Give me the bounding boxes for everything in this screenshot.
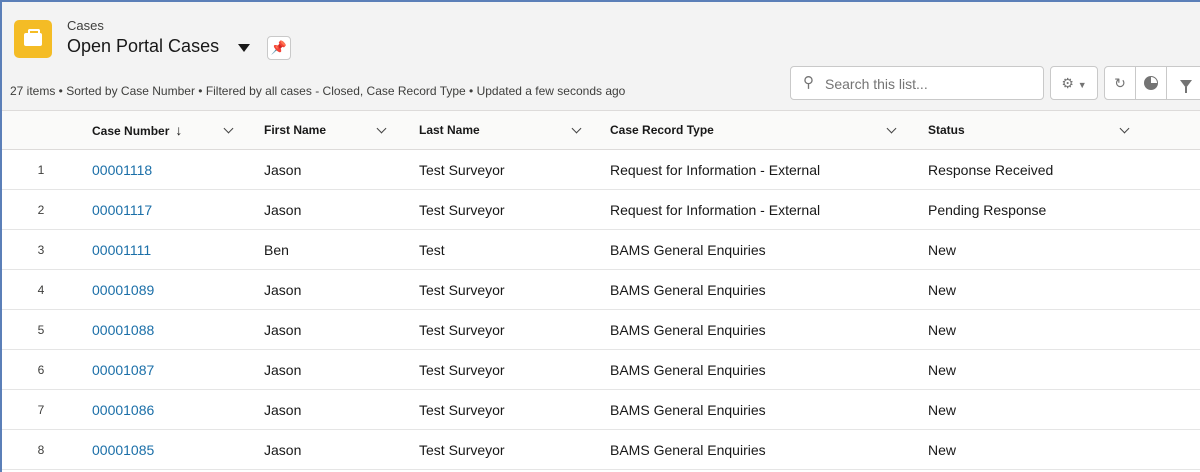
status-cell: New [916, 429, 1200, 470]
last-name-cell: Test [407, 229, 598, 270]
first-name-cell: Jason [252, 189, 407, 230]
cases-table: Case Number ↓ First Name Last Name Case … [2, 111, 1200, 470]
last-name-cell: Test Surveyor [407, 149, 598, 190]
search-icon: ⚲ [803, 74, 814, 91]
briefcase-icon [14, 20, 52, 58]
column-actions-chevron-down-icon[interactable] [376, 123, 387, 134]
first-name-cell: Jason [252, 309, 407, 350]
first-name-cell: Jason [252, 149, 407, 190]
row-number: 1 [2, 149, 80, 190]
table-row: 3 00001111 Ben Test BAMS General Enquiri… [2, 229, 1200, 270]
row-number: 4 [2, 269, 80, 310]
case-number-link[interactable]: 00001087 [92, 362, 154, 378]
case-number-cell: 00001088 [80, 309, 252, 350]
status-cell: Pending Response [916, 189, 1200, 230]
record-type-cell: BAMS General Enquiries [598, 309, 916, 350]
gear-icon: ⚙ [1061, 75, 1074, 91]
row-number: 7 [2, 389, 80, 430]
last-name-cell: Test Surveyor [407, 309, 598, 350]
first-name-cell: Jason [252, 349, 407, 390]
last-name-cell: Test Surveyor [407, 349, 598, 390]
status-cell: New [916, 309, 1200, 350]
table-row: 8 00001085 Jason Test Surveyor BAMS Gene… [2, 429, 1200, 470]
case-number-cell: 00001085 [80, 429, 252, 470]
table-row: 7 00001086 Jason Test Surveyor BAMS Gene… [2, 389, 1200, 430]
case-number-link[interactable]: 00001111 [92, 242, 151, 258]
record-type-cell: Request for Information - External [598, 189, 916, 230]
case-number-cell: 00001087 [80, 349, 252, 390]
record-type-cell: BAMS General Enquiries [598, 269, 916, 310]
status-cell: New [916, 229, 1200, 270]
status-cell: New [916, 269, 1200, 310]
record-type-cell: BAMS General Enquiries [598, 349, 916, 390]
pie-chart-icon [1144, 76, 1158, 90]
case-number-link[interactable]: 00001085 [92, 442, 154, 458]
column-actions-chevron-down-icon[interactable] [223, 123, 234, 134]
column-header-status[interactable]: Status [916, 111, 1200, 150]
table-row: 6 00001087 Jason Test Surveyor BAMS Gene… [2, 349, 1200, 390]
table-header-row: Case Number ↓ First Name Last Name Case … [2, 111, 1200, 150]
record-type-cell: BAMS General Enquiries [598, 229, 916, 270]
column-actions-chevron-down-icon[interactable] [886, 123, 897, 134]
case-number-cell: 00001118 [80, 149, 252, 190]
pin-icon: 📌 [270, 40, 288, 55]
record-type-cell: BAMS General Enquiries [598, 389, 916, 430]
row-number: 2 [2, 189, 80, 230]
table-row: 2 00001117 Jason Test Surveyor Request f… [2, 189, 1200, 230]
first-name-cell: Jason [252, 389, 407, 430]
pin-list-button[interactable]: 📌 [267, 36, 291, 60]
first-name-cell: Jason [252, 429, 407, 470]
sort-descending-icon: ↓ [175, 122, 183, 138]
case-number-link[interactable]: 00001088 [92, 322, 154, 338]
first-name-cell: Ben [252, 229, 407, 270]
case-number-link[interactable]: 00001117 [92, 202, 152, 218]
table-row: 5 00001088 Jason Test Surveyor BAMS Gene… [2, 309, 1200, 350]
column-header-last-name[interactable]: Last Name [407, 111, 598, 150]
refresh-button[interactable]: ↻ [1104, 66, 1136, 100]
record-type-cell: Request for Information - External [598, 149, 916, 190]
search-box[interactable]: ⚲ [790, 66, 1044, 100]
last-name-cell: Test Surveyor [407, 389, 598, 430]
status-cell: New [916, 389, 1200, 430]
list-view-picker-chevron-down-icon[interactable] [238, 44, 250, 52]
refresh-icon: ↻ [1114, 75, 1126, 91]
column-actions-chevron-down-icon[interactable] [571, 123, 582, 134]
table-row: 1 00001118 Jason Test Surveyor Request f… [2, 149, 1200, 190]
column-header-case-record-type[interactable]: Case Record Type [598, 111, 916, 150]
list-header: Cases Open Portal Cases 📌 27 items • Sor… [2, 2, 1200, 111]
column-actions-chevron-down-icon[interactable] [1119, 123, 1130, 134]
case-number-link[interactable]: 00001089 [92, 282, 154, 298]
column-header-case-number[interactable]: Case Number ↓ [80, 111, 252, 150]
object-label: Cases [67, 18, 104, 33]
status-cell: Response Received [916, 149, 1200, 190]
filter-icon [1180, 80, 1192, 93]
last-name-cell: Test Surveyor [407, 269, 598, 310]
last-name-cell: Test Surveyor [407, 189, 598, 230]
row-number: 6 [2, 349, 80, 390]
list-view-title[interactable]: Open Portal Cases [67, 36, 219, 57]
column-header-first-name[interactable]: First Name [252, 111, 407, 150]
show-charts-button[interactable] [1135, 66, 1167, 100]
chevron-down-icon: ▼ [1077, 80, 1087, 90]
case-number-cell: 00001117 [80, 189, 252, 230]
row-number: 3 [2, 229, 80, 270]
case-number-cell: 00001111 [80, 229, 252, 270]
case-number-link[interactable]: 00001086 [92, 402, 154, 418]
record-type-cell: BAMS General Enquiries [598, 429, 916, 470]
filter-button[interactable] [1166, 66, 1200, 100]
row-number: 5 [2, 309, 80, 350]
last-name-cell: Test Surveyor [407, 429, 598, 470]
first-name-cell: Jason [252, 269, 407, 310]
case-number-link[interactable]: 00001118 [92, 162, 152, 178]
case-number-cell: 00001086 [80, 389, 252, 430]
list-view: Cases Open Portal Cases 📌 27 items • Sor… [0, 0, 1200, 472]
row-number: 8 [2, 429, 80, 470]
row-number-header [2, 111, 80, 150]
search-input[interactable] [823, 73, 1037, 95]
status-cell: New [916, 349, 1200, 390]
list-settings-button[interactable]: ⚙ ▼ [1050, 66, 1098, 100]
list-summary: 27 items • Sorted by Case Number • Filte… [10, 84, 626, 98]
case-number-cell: 00001089 [80, 269, 252, 310]
table-row: 4 00001089 Jason Test Surveyor BAMS Gene… [2, 269, 1200, 310]
